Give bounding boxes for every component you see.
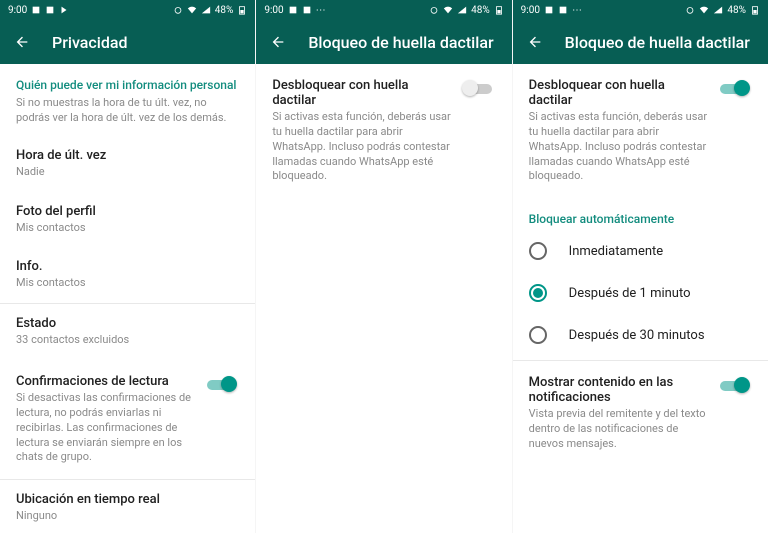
back-icon[interactable]	[270, 34, 286, 50]
app-bar: Bloqueo de huella dactilar	[256, 20, 511, 64]
notif-icon	[544, 5, 554, 15]
item-live-location[interactable]: Ubicación en tiempo real Ninguno	[0, 480, 255, 533]
signal-icon	[713, 5, 723, 15]
notif-content-switch[interactable]	[718, 377, 752, 395]
app-bar: Privacidad	[0, 20, 255, 64]
phone-fingerprint-off: 9:00 ⋯ 48% Bloqueo de huella dactilar De…	[256, 0, 511, 533]
content: Desbloquear con huella dactilar Si activ…	[513, 64, 768, 533]
content: Desbloquear con huella dactilar Si activ…	[256, 64, 511, 533]
status-time: 9:00	[264, 5, 283, 16]
item-sub: Vista previa del remitente y del texto d…	[529, 407, 708, 452]
item-value: Mis contactos	[16, 221, 239, 236]
radio-icon	[529, 242, 547, 260]
section-header-personal: Quién puede ver mi información personal	[0, 64, 255, 96]
item-unlock-fingerprint[interactable]: Desbloquear con huella dactilar Si activ…	[513, 64, 768, 198]
appbar-title: Privacidad	[52, 33, 127, 52]
content: Quién puede ver mi información personal …	[0, 64, 255, 533]
item-title: Estado	[16, 316, 239, 331]
item-status[interactable]: Estado 33 contactos excluidos	[0, 304, 255, 360]
status-time: 9:00	[521, 5, 540, 16]
unlock-switch[interactable]	[462, 80, 496, 98]
radio-label: Inmediatamente	[569, 244, 664, 259]
battery-icon	[494, 5, 504, 15]
wifi-icon	[443, 5, 453, 15]
notif-icon	[288, 5, 298, 15]
back-icon[interactable]	[527, 34, 543, 50]
appbar-title: Bloqueo de huella dactilar	[308, 33, 493, 52]
status-bar: 9:00 ⋯ 48%	[513, 0, 768, 20]
signal-icon	[201, 5, 211, 15]
more-icon: ⋯	[572, 5, 582, 16]
item-title: Hora de últ. vez	[16, 148, 239, 163]
item-profile-photo[interactable]: Foto del perfil Mis contactos	[0, 192, 255, 248]
notif-icon	[45, 5, 55, 15]
unlock-switch[interactable]	[718, 80, 752, 98]
item-sub: Si activas esta función, deberás usar tu…	[272, 110, 451, 184]
alarm-icon	[685, 5, 695, 15]
appbar-title: Bloqueo de huella dactilar	[565, 33, 750, 52]
status-time: 9:00	[8, 5, 27, 16]
radio-30min[interactable]: Después de 30 minutos	[513, 314, 768, 356]
item-unlock-fingerprint[interactable]: Desbloquear con huella dactilar Si activ…	[256, 64, 511, 198]
more-icon: ⋯	[316, 5, 326, 16]
status-bar: 9:00 48%	[0, 0, 255, 20]
item-title: Info.	[16, 259, 239, 274]
radio-label: Después de 30 minutos	[569, 328, 705, 343]
item-info[interactable]: Info. Mis contactos	[0, 247, 255, 304]
read-receipts-switch[interactable]	[205, 376, 239, 394]
battery-icon	[750, 5, 760, 15]
back-icon[interactable]	[14, 34, 30, 50]
wifi-icon	[187, 5, 197, 15]
section-header-auto-lock: Bloquear automáticamente	[513, 198, 768, 230]
wifi-icon	[699, 5, 709, 15]
item-show-notif-content[interactable]: Mostrar contenido en las notificaciones …	[513, 360, 768, 466]
notif-icon	[302, 5, 312, 15]
radio-label: Después de 1 minuto	[569, 286, 691, 301]
section-sub-personal: Si no muestras la hora de tu últ. vez, n…	[0, 96, 255, 136]
item-sub: Si activas esta función, deberás usar tu…	[529, 110, 708, 184]
item-title: Foto del perfil	[16, 204, 239, 219]
item-value: Mis contactos	[16, 276, 239, 291]
item-value: Nadie	[16, 165, 239, 180]
notif-icon	[59, 5, 69, 15]
item-title: Confirmaciones de lectura	[16, 374, 195, 389]
item-title: Ubicación en tiempo real	[16, 492, 239, 507]
notif-icon	[31, 5, 41, 15]
alarm-icon	[173, 5, 183, 15]
signal-icon	[457, 5, 467, 15]
item-value: 33 contactos excluidos	[16, 333, 239, 348]
item-sub: Si desactivas las confirmaciones de lect…	[16, 391, 195, 465]
radio-icon	[529, 284, 547, 302]
radio-immediate[interactable]: Inmediatamente	[513, 230, 768, 272]
radio-icon	[529, 326, 547, 344]
alarm-icon	[429, 5, 439, 15]
phone-privacy: 9:00 48% Privacidad Quién puede ver mi i…	[0, 0, 255, 533]
radio-1min[interactable]: Después de 1 minuto	[513, 272, 768, 314]
status-bar: 9:00 ⋯ 48%	[256, 0, 511, 20]
status-battery: 48%	[727, 5, 746, 16]
item-title: Desbloquear con huella dactilar	[272, 78, 451, 108]
item-last-seen[interactable]: Hora de últ. vez Nadie	[0, 136, 255, 192]
phone-fingerprint-on: 9:00 ⋯ 48% Bloqueo de huella dactilar De…	[513, 0, 768, 533]
app-bar: Bloqueo de huella dactilar	[513, 20, 768, 64]
battery-icon	[237, 5, 247, 15]
item-title: Mostrar contenido en las notificaciones	[529, 375, 708, 405]
item-value: Ninguno	[16, 509, 239, 524]
status-battery: 48%	[471, 5, 490, 16]
item-read-receipts[interactable]: Confirmaciones de lectura Si desactivas …	[0, 360, 255, 480]
notif-icon	[558, 5, 568, 15]
status-battery: 48%	[215, 5, 234, 16]
item-title: Desbloquear con huella dactilar	[529, 78, 708, 108]
